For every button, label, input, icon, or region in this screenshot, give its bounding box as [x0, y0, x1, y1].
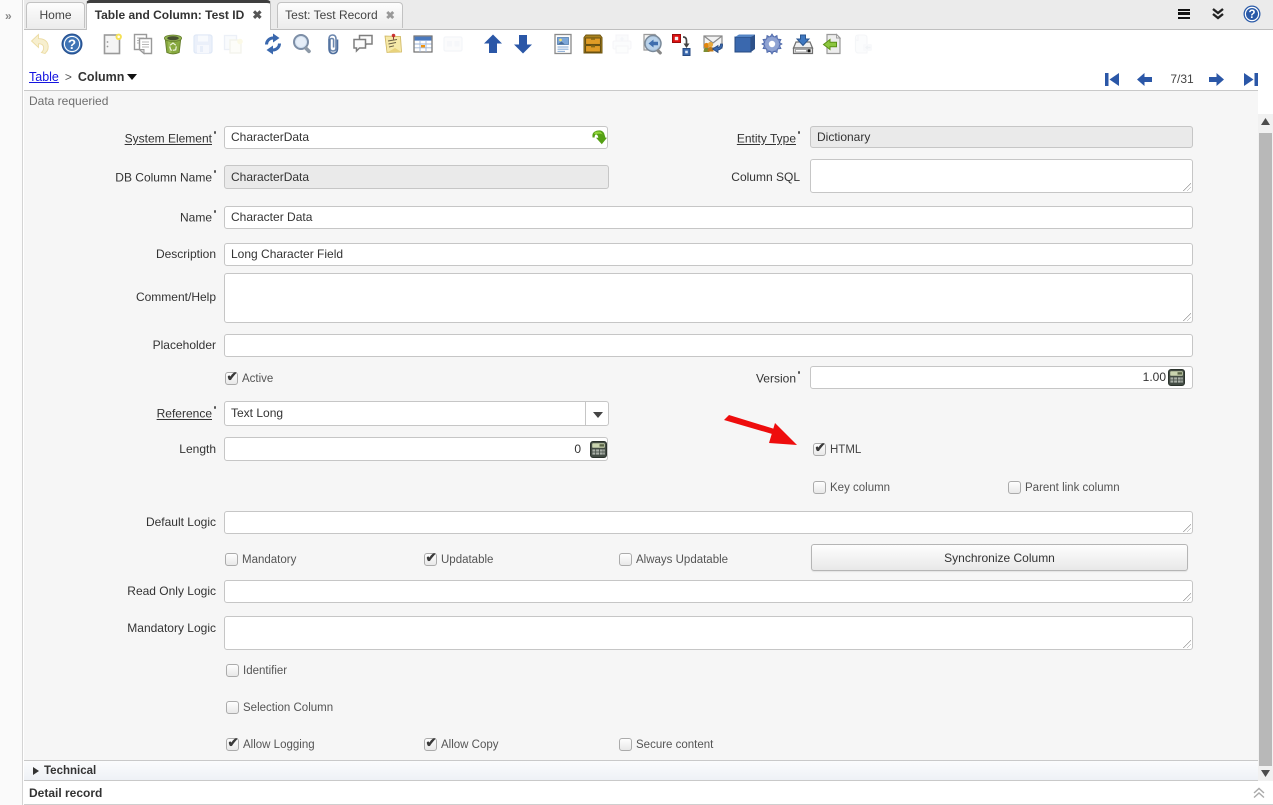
svg-text:?: ? [68, 37, 76, 52]
svg-text:?: ? [1248, 9, 1255, 21]
